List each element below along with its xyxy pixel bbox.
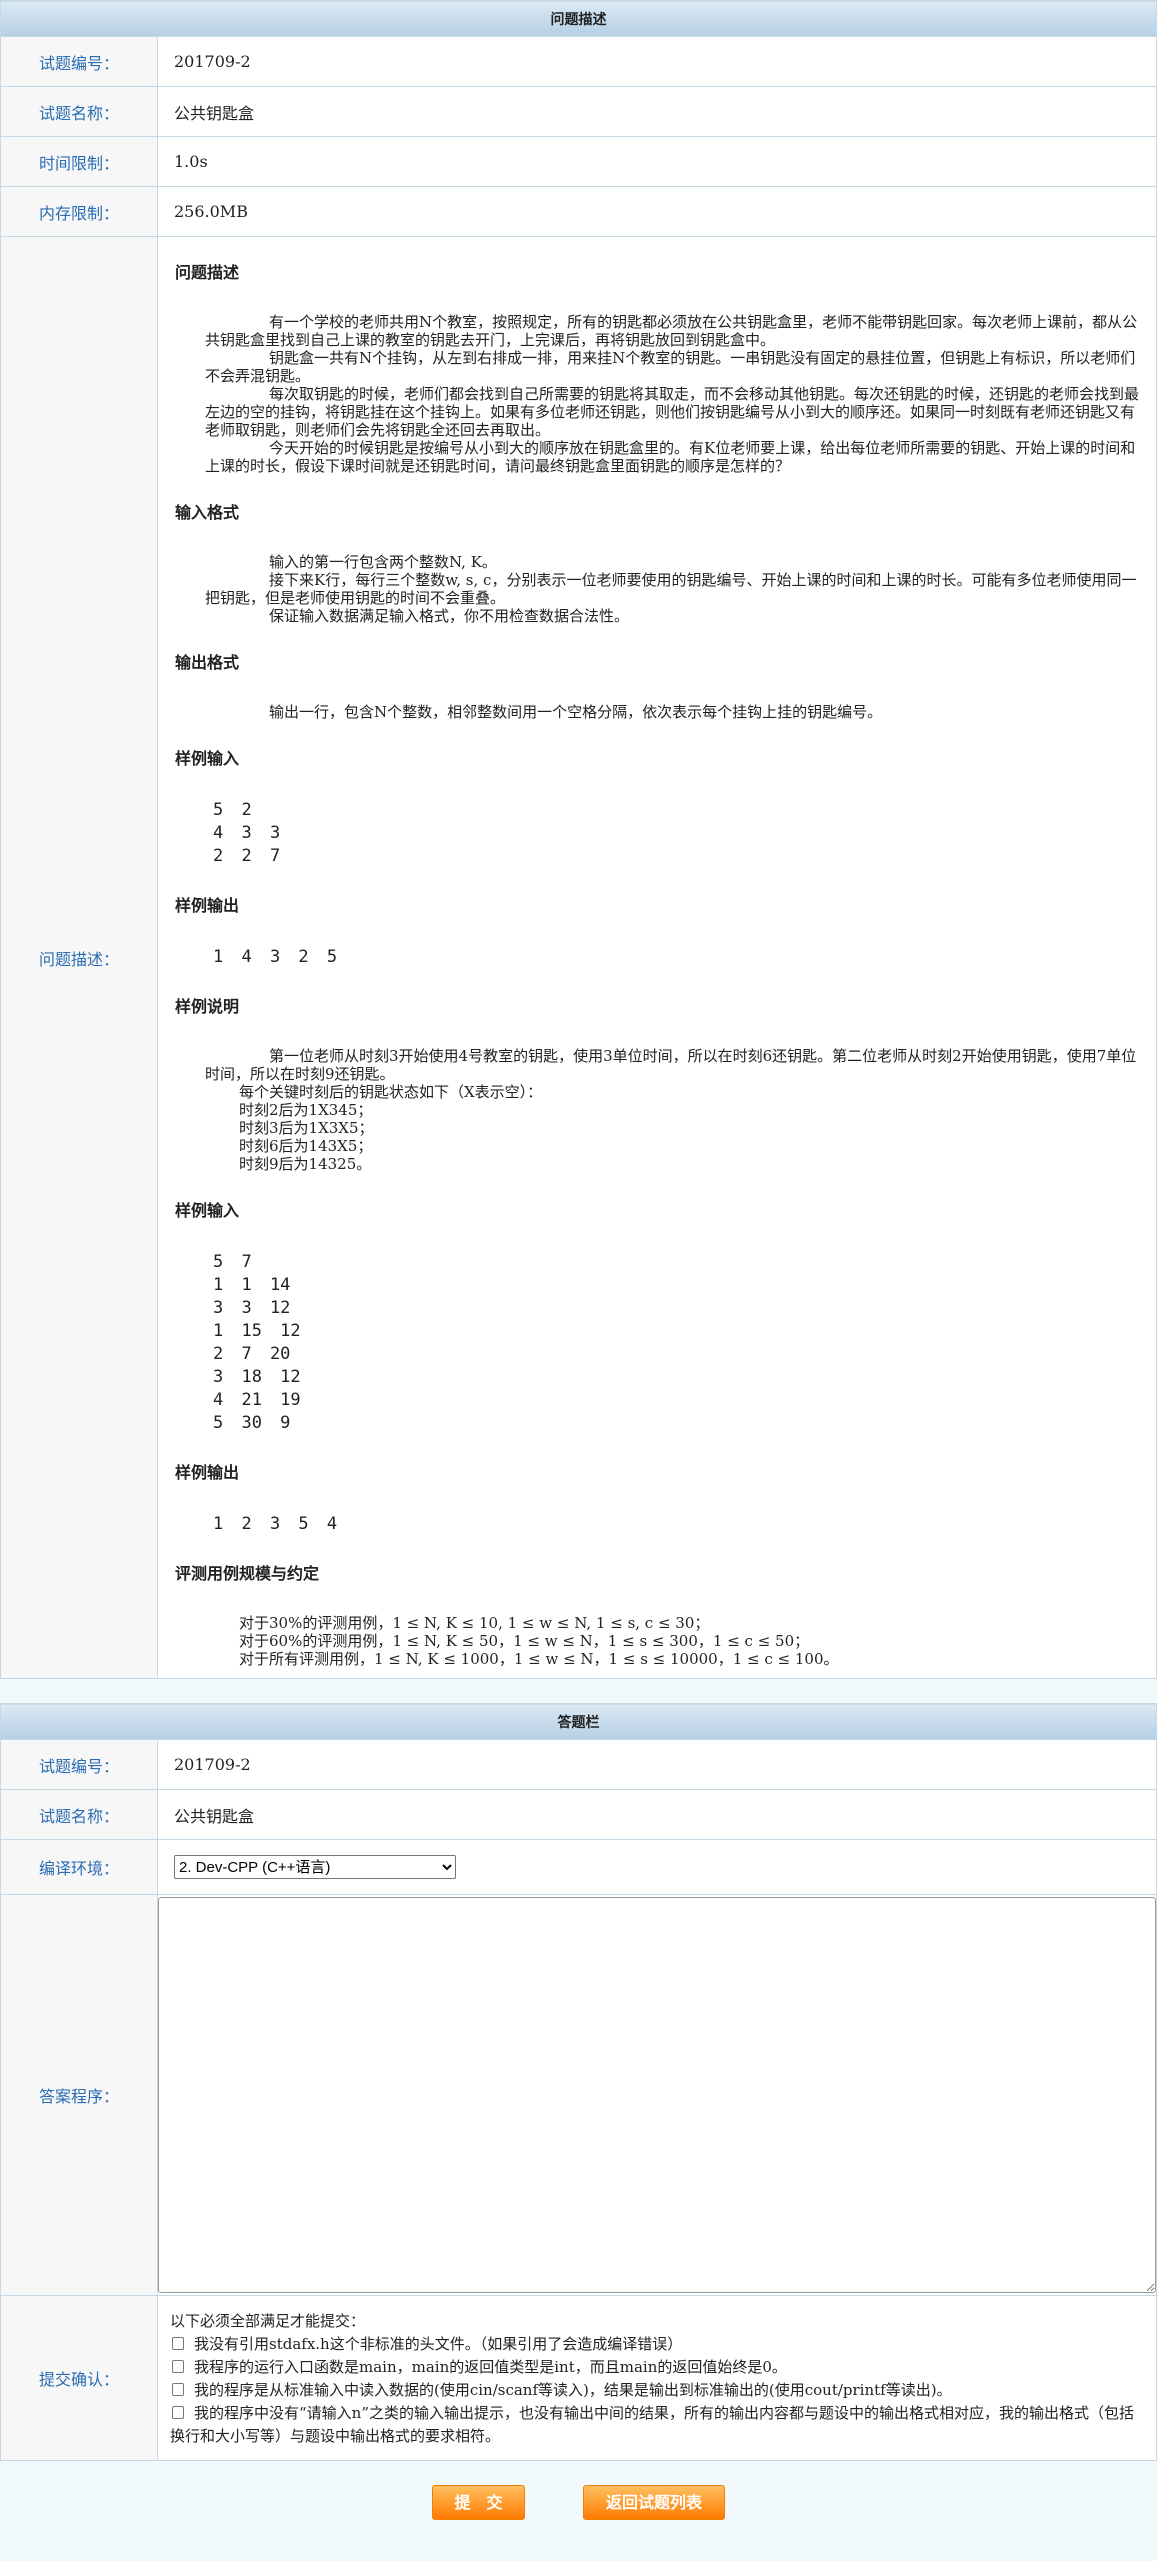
sample-input: 5 2 4 3 3 2 2 7 — [213, 800, 281, 866]
field-label: 时间限制： — [0, 136, 158, 187]
field-label: 试题编号： — [0, 36, 158, 87]
section-title: 样例说明 — [175, 997, 240, 1016]
time-limit: 1.0s — [157, 136, 1157, 187]
paragraph: 今天开始的时候钥匙是按编号从小到大的顺序放在钥匙盒里的。有K位老师要上课，给出每… — [205, 439, 1136, 475]
answer-problem-name: 公共钥匙盒 — [157, 1789, 1157, 1840]
paragraph: 输入的第一行包含两个整数N, K。 — [269, 553, 497, 571]
submit-confirm: 以下必须全部满足才能提交： 我没有引用stdafx.h这个非标准的头文件。（如果… — [157, 2295, 1157, 2461]
confirm-text: 我的程序是从标准输入中读入数据的(使用cin/scanf等读入)，结果是输出到标… — [194, 2381, 952, 2399]
section-title: 样例输入 — [175, 1201, 240, 1220]
paragraph: 保证输入数据满足输入格式，你不用检查数据合法性。 — [269, 607, 630, 625]
confirm-text: 我没有引用stdafx.h这个非标准的头文件。（如果引用了会造成编译错误） — [194, 2335, 683, 2353]
section-title: 评测用例规模与约定 — [175, 1564, 320, 1583]
problem-header: 问题描述 — [0, 0, 1157, 37]
confirm-checkbox[interactable] — [172, 2337, 184, 2350]
problem-table: 问题描述 试题编号： 201709-2 试题名称： 公共钥匙盒 时间限制： 1.0s … — [0, 0, 1157, 1679]
field-label: 答案程序： — [0, 1894, 158, 2296]
section-title: 输入格式 — [175, 503, 240, 522]
answer-header: 答题栏 — [0, 1703, 1157, 1740]
confirm-checkbox[interactable] — [172, 2383, 184, 2396]
paragraph: 有一个学校的老师共用N个教室，按照规定，所有的钥匙都必须放在公共钥匙盒里，老师不… — [205, 313, 1138, 349]
answer-problem-id: 201709-2 — [157, 1739, 1157, 1790]
field-label: 试题编号： — [0, 1739, 158, 1790]
back-to-list-button[interactable]: 返回试题列表 — [583, 2485, 725, 2520]
paragraph: 每次取钥匙的时候，老师们都会找到自己所需要的钥匙将其取走，而不会移动其他钥匙。每… — [205, 385, 1140, 439]
code-textarea[interactable] — [158, 1897, 1156, 2293]
confirm-item: 我的程序是从标准输入中读入数据的(使用cin/scanf等读入)，结果是输出到标… — [170, 2379, 1146, 2402]
confirm-checkbox[interactable] — [172, 2406, 184, 2419]
answer-table: 答题栏 试题编号： 201709-2 试题名称： 公共钥匙盒 编译环境： 2. De… — [0, 1703, 1157, 2461]
problem-name: 公共钥匙盒 — [157, 86, 1157, 137]
problem-description: 问题描述 有一个学校的老师共用N个教室，按照规定，所有的钥匙都必须放在公共钥匙盒… — [157, 236, 1157, 1679]
explain-line: 时刻9后为14325。 — [239, 1155, 372, 1173]
field-label: 编译环境： — [0, 1839, 158, 1895]
sample-output: 1 4 3 2 5 — [213, 947, 338, 967]
section-title: 样例输入 — [175, 749, 240, 768]
sample-input-2: 5 7 1 1 14 3 3 12 1 15 12 2 7 20 3 18 12… — [213, 1252, 301, 1433]
paragraph: 第一位老师从时刻3开始使用4号教室的钥匙，使用3单位时间，所以在时刻6还钥匙。第… — [205, 1047, 1137, 1083]
confirm-checkbox[interactable] — [172, 2360, 184, 2373]
field-label: 试题名称： — [0, 86, 158, 137]
explain-line: 时刻2后为1X345； — [239, 1101, 373, 1119]
section-title: 样例输出 — [175, 1463, 240, 1482]
scale-line: 对于60%的评测用例，1 ≤ N, K ≤ 50，1 ≤ w ≤ N，1 ≤ s… — [239, 1632, 810, 1650]
confirm-item: 我的程序中没有“请输入n”之类的输入输出提示，也没有输出中间的结果，所有的输出内… — [170, 2402, 1146, 2448]
paragraph: 接下来K行，每行三个整数w, s, c，分别表示一位老师要使用的钥匙编号、开始上… — [205, 571, 1137, 607]
explain-line: 每个关键时刻后的钥匙状态如下（X表示空）： — [239, 1083, 543, 1101]
confirm-item: 我程序的运行入口函数是main，main的返回值类型是int，而且main的返回… — [170, 2356, 1146, 2379]
button-bar: 提 交 返回试题列表 — [0, 2461, 1157, 2561]
confirm-text: 我程序的运行入口函数是main，main的返回值类型是int，而且main的返回… — [194, 2358, 787, 2376]
field-label: 问题描述： — [0, 236, 158, 1679]
confirm-intro: 以下必须全部满足才能提交： — [170, 2312, 366, 2330]
field-label: 试题名称： — [0, 1789, 158, 1840]
confirm-text: 我的程序中没有“请输入n”之类的输入输出提示，也没有输出中间的结果，所有的输出内… — [170, 2404, 1135, 2445]
compiler-select[interactable]: 2. Dev-CPP (C++语言) — [174, 1855, 456, 1879]
problem-id: 201709-2 — [157, 36, 1157, 87]
field-label: 提交确认： — [0, 2295, 158, 2461]
explain-line: 时刻3后为1X3X5； — [239, 1119, 374, 1137]
section-title: 问题描述 — [175, 263, 240, 282]
paragraph: 输出一行，包含N个整数，相邻整数间用一个空格分隔，依次表示每个挂钩上挂的钥匙编号… — [269, 703, 883, 721]
field-label: 内存限制： — [0, 186, 158, 237]
scale-line: 对于所有评测用例，1 ≤ N, K ≤ 1000，1 ≤ w ≤ N，1 ≤ s… — [239, 1650, 839, 1668]
memory-limit: 256.0MB — [157, 186, 1157, 237]
submit-button[interactable]: 提 交 — [432, 2485, 525, 2520]
paragraph: 钥匙盒一共有N个挂钩，从左到右排成一排，用来挂N个教室的钥匙。一串钥匙没有固定的… — [205, 349, 1136, 385]
section-title: 样例输出 — [175, 896, 240, 915]
explain-line: 时刻6后为143X5； — [239, 1137, 373, 1155]
confirm-item: 我没有引用stdafx.h这个非标准的头文件。（如果引用了会造成编译错误） — [170, 2333, 1146, 2356]
sample-output-2: 1 2 3 5 4 — [213, 1514, 338, 1534]
scale-line: 对于30%的评测用例，1 ≤ N, K ≤ 10, 1 ≤ w ≤ N, 1 ≤… — [239, 1614, 710, 1632]
section-title: 输出格式 — [175, 653, 240, 672]
